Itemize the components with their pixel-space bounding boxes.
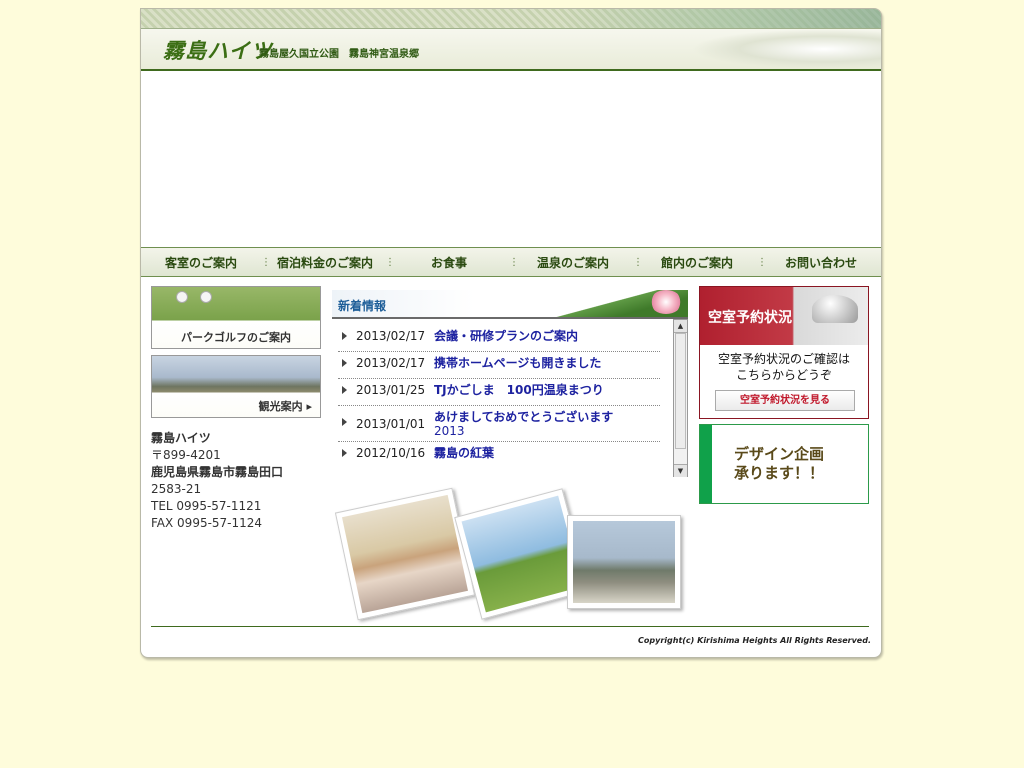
postal-code: 〒899-4201 [151, 448, 221, 462]
top-decoration-band [141, 9, 881, 29]
news-link[interactable]: 霧島の紅葉 [434, 446, 660, 460]
reservation-title: 空室予約状況 [708, 310, 792, 326]
arrow-bullet-icon [342, 332, 347, 340]
arrow-bullet-icon [342, 418, 347, 426]
address-block: 霧島ハイツ 〒899-4201 鹿児島県霧島市霧島田口 2583-21 TEL … [151, 430, 283, 532]
sightseeing-banner[interactable]: 観光案内 ▸ [151, 355, 321, 418]
park-golf-banner-label: パークゴルフのご案内 [181, 331, 291, 344]
reservation-banner-header: 空室予約状況 [700, 287, 868, 345]
mountain-photo [567, 515, 681, 609]
arrow-bullet-icon [342, 449, 347, 457]
golf-ball-icon [200, 291, 212, 303]
reservation-text: 空室予約状況のご確認は こちらからどうぞ [700, 351, 868, 383]
site-header: 霧島ハイツ 霧島屋久国立公園 霧島神宮温泉郷 [141, 29, 881, 71]
main-nav: 客室のご案内 ⋮ 宿泊料金のご案内 ⋮ お食事 ⋮ 温泉のご案内 ⋮ 館内のご案… [141, 247, 881, 277]
nav-contact[interactable]: お問い合わせ [761, 254, 881, 271]
reservation-text-line1: 空室予約状況のご確認は [717, 352, 850, 366]
news-link[interactable]: あけましておめでとうございます [434, 410, 660, 424]
bell-icon [812, 295, 858, 323]
news-title: 新着情報 [338, 299, 387, 313]
news-item: 2013/02/17 会議・研修プランのご案内 [338, 325, 660, 352]
sightseeing-banner-label: 観光案内 ▸ [258, 400, 312, 413]
nav-rooms[interactable]: 客室のご案内 [141, 254, 261, 271]
news-header: 新着情報 [332, 290, 688, 319]
news-link-continued[interactable]: 2013 [434, 424, 660, 438]
news-date: 2013/01/01 [356, 417, 426, 431]
view-reservation-button[interactable]: 空室予約状況を見る [715, 390, 855, 411]
address-line2: 2583-21 [151, 482, 202, 496]
design-service-banner[interactable]: デザイン企画 承ります！！ [699, 424, 869, 504]
hotel-name: 霧島ハイツ [151, 431, 211, 445]
nav-rates[interactable]: 宿泊料金のご案内 [265, 254, 385, 271]
reservation-status-banner[interactable]: 空室予約状況 空室予約状況のご確認は こちらからどうぞ 空室予約状況を見る [699, 286, 869, 419]
news-link[interactable]: 携帯ホームページも開きました [434, 356, 660, 370]
news-item: 2013/01/01 あけましておめでとうございます 2013 [338, 406, 660, 442]
nav-facilities[interactable]: 館内のご案内 [637, 254, 757, 271]
news-list: 2013/02/17 会議・研修プランのご案内 2013/02/17 携帯ホーム… [338, 325, 660, 468]
arrow-bullet-icon [342, 386, 347, 394]
lily-flower-icon [650, 290, 682, 314]
hero-area [141, 71, 881, 247]
news-item: 2013/01/25 TJかごしま 100円温泉まつり [338, 379, 660, 406]
scroll-down-arrow-icon[interactable]: ▼ [674, 464, 687, 477]
design-text-line1: デザイン企画 [734, 445, 825, 463]
park-name: 霧島屋久国立公園 [259, 49, 339, 60]
nav-meals[interactable]: お食事 [389, 254, 509, 271]
scroll-up-arrow-icon[interactable]: ▲ [674, 320, 687, 333]
design-text-line2: 承ります！！ [734, 464, 825, 482]
site-logo[interactable]: 霧島ハイツ [163, 35, 273, 65]
arrow-bullet-icon [342, 359, 347, 367]
news-box: 2013/02/17 会議・研修プランのご案内 2013/02/17 携帯ホーム… [332, 319, 688, 477]
green-accent-bar [700, 425, 712, 503]
fax: FAX 0995-57-1124 [151, 516, 263, 530]
golf-ball-icon [176, 291, 188, 303]
telephone: TEL 0995-57-1121 [151, 499, 262, 513]
flower-decoration [691, 29, 881, 69]
news-scrollbar[interactable]: ▲ ▼ [673, 319, 688, 477]
reservation-text-line2: こちらからどうぞ [735, 368, 832, 382]
news-item: 2012/10/16 霧島の紅葉 [338, 442, 660, 468]
news-link[interactable]: TJかごしま 100円温泉まつり [434, 383, 660, 397]
scroll-thumb[interactable] [675, 333, 686, 449]
news-date: 2012/10/16 [356, 446, 426, 460]
park-golf-banner[interactable]: パークゴルフのご案内 [151, 286, 321, 349]
news-date: 2013/02/17 [356, 329, 426, 343]
news-date: 2013/01/25 [356, 383, 426, 397]
nav-onsen[interactable]: 温泉のご案内 [513, 254, 633, 271]
page-container: 霧島ハイツ 霧島屋久国立公園 霧島神宮温泉郷 客室のご案内 ⋮ 宿泊料金のご案内… [140, 8, 882, 658]
design-banner-text: デザイン企画 承ります！！ [734, 445, 824, 483]
news-date: 2013/02/17 [356, 356, 426, 370]
copyright-text: Copyright(c) Kirishima Heights All Right… [638, 636, 871, 645]
guest-room-photo [334, 487, 476, 621]
footer-divider [151, 626, 869, 627]
news-item: 2013/02/17 携帯ホームページも開きました [338, 352, 660, 379]
onsen-name: 霧島神宮温泉郷 [349, 49, 419, 60]
address-line1: 鹿児島県霧島市霧島田口 [151, 465, 284, 479]
news-link[interactable]: 会議・研修プランのご案内 [434, 329, 660, 343]
